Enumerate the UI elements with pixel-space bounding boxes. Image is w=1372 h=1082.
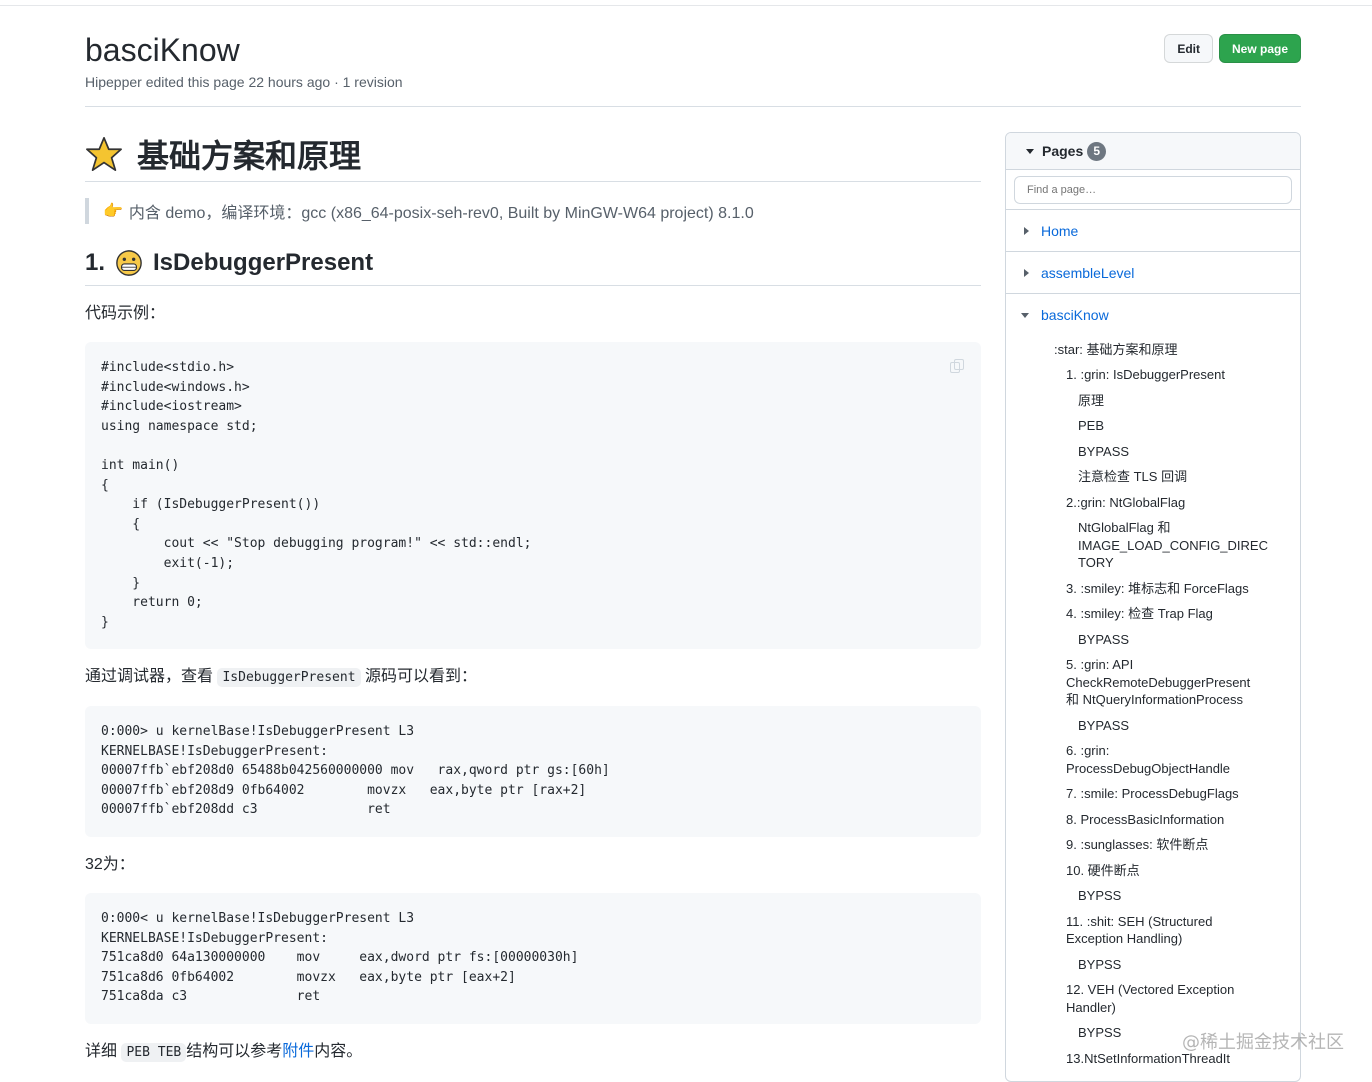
toc-link[interactable]: NtGlobalFlag 和 [1078, 519, 1170, 537]
toc-link[interactable]: BYPASS [1078, 443, 1129, 461]
new-page-button[interactable]: New page [1218, 34, 1301, 63]
toc-link[interactable]: 5. :grin: API [1066, 656, 1133, 674]
toc-link[interactable]: Handler) [1066, 999, 1116, 1017]
expand-triangle-icon[interactable] [1024, 226, 1029, 235]
paragraph-code-example: 代码示例： [85, 305, 166, 322]
sidebar-item-label[interactable]: basciKnow [1041, 307, 1109, 323]
toc-link[interactable]: 和 NtQueryInformationProcess [1066, 691, 1243, 709]
inline-code-peb-teb: PEB TEB [121, 1043, 187, 1062]
heading-2-number: 1. [85, 248, 106, 276]
paragraph-32bit: 32为： [85, 856, 135, 873]
star-icon [86, 136, 122, 171]
heading-2: 1. IsDebuggerPresent [85, 246, 981, 286]
toc-link[interactable]: PEB [1078, 417, 1104, 435]
toc-link[interactable]: 原理 [1078, 392, 1104, 410]
collapse-triangle-icon[interactable] [1026, 148, 1034, 154]
watermark: @稀土掘金技术社区 [1182, 1032, 1344, 1053]
grin-icon [116, 249, 142, 276]
toc-link[interactable]: 12. VEH (Vectored Exception [1066, 981, 1234, 999]
paragraph-debugger-before: 通过调试器，查看 [85, 668, 214, 685]
pages-header[interactable]: Pages 5 [1006, 133, 1300, 170]
paragraph-details-after: 内容。 [314, 1043, 363, 1060]
wiki-content: 基础方案和原理 👉 内含 demo，编译环境：gcc (x86_64-posix… [85, 130, 981, 1065]
pointing-hand-icon: 👉 [103, 203, 123, 220]
inline-code-isdebuggerpresent: IsDebuggerPresent [217, 668, 361, 687]
toc-link[interactable]: 注意检查 TLS 回调 [1078, 468, 1187, 486]
toc-link[interactable]: 10. 硬件断点 [1066, 862, 1140, 880]
find-page-input[interactable] [1014, 176, 1292, 204]
collapse-triangle-icon[interactable] [1021, 312, 1029, 318]
toc-link[interactable]: :star: 基础方案和原理 [1054, 341, 1178, 359]
toc-link[interactable]: 8. ProcessBasicInformation [1066, 811, 1224, 829]
toc-link[interactable]: 4. :smiley: 检查 Trap Flag [1066, 605, 1213, 623]
code-block-x64: 0:000> u kernelBase!IsDebuggerPresent L3… [85, 706, 981, 837]
toc-link[interactable]: 3. :smiley: 堆标志和 ForceFlags [1066, 580, 1249, 598]
toc-link[interactable]: CheckRemoteDebuggerPresent [1066, 674, 1250, 692]
code-block-x86: 0:000< u kernelBase!IsDebuggerPresent L3… [85, 893, 981, 1024]
toc-link[interactable]: ProcessDebugObjectHandle [1066, 760, 1230, 778]
sidebar-item-label[interactable]: assembleLevel [1041, 265, 1134, 281]
toc-link[interactable]: BYPSS [1078, 887, 1121, 905]
toc-link[interactable]: IMAGE_LOAD_CONFIG_DIREC [1078, 537, 1268, 555]
paragraph-details-mid: 结构可以参考 [186, 1043, 283, 1060]
toc-link[interactable]: Exception Handling) [1066, 930, 1182, 948]
toc-link[interactable]: 9. :sunglasses: 软件断点 [1066, 836, 1208, 854]
copy-icon[interactable] [949, 358, 965, 374]
heading-1: 基础方案和原理 [85, 130, 981, 182]
toc-link[interactable]: TORY [1078, 554, 1114, 572]
pages-title: Pages [1042, 143, 1084, 159]
sidebar-item-assemblelevel[interactable]: assembleLevel [1006, 252, 1300, 294]
page-search [1006, 170, 1300, 210]
page-title: basciKnow [85, 32, 240, 68]
toc-link[interactable]: 2.:grin: NtGlobalFlag [1066, 494, 1185, 512]
code-block-x64-text: 0:000> u kernelBase!IsDebuggerPresent L3… [101, 724, 610, 818]
paragraph-details: 详细 PEB TEB 结构可以参考附件内容。 [85, 1040, 981, 1065]
header-divider [85, 106, 1301, 107]
note-text: 内含 demo，编译环境：gcc (x86_64-posix-seh-rev0,… [128, 205, 754, 222]
pages-count-badge: 5 [1087, 141, 1107, 161]
toc-link[interactable]: 11. :shit: SEH (Structured [1066, 913, 1212, 931]
pages-sidebar: Pages 5 Home assembleLevel basciKnow :st… [1005, 132, 1301, 1082]
code-block-cpp-text: #include<stdio.h> #include<windows.h> #i… [101, 360, 532, 630]
code-block-cpp: #include<stdio.h> #include<windows.h> #i… [85, 342, 981, 649]
heading-2-text: IsDebuggerPresent [153, 248, 374, 276]
toc-link[interactable]: 1. :grin: IsDebuggerPresent [1066, 366, 1225, 384]
toc-link[interactable]: 6. :grin: [1066, 742, 1109, 760]
sidebar-item-basciknow[interactable]: basciKnow [1006, 294, 1300, 336]
page-header: basciKnow Hipepper edited this page 22 h… [85, 30, 1301, 90]
page-meta[interactable]: Hipepper edited this page 22 hours ago ·… [85, 74, 1301, 90]
expand-triangle-icon[interactable] [1024, 268, 1029, 277]
header-actions: Edit New page [1164, 34, 1301, 63]
code-block-x86-text: 0:000< u kernelBase!IsDebuggerPresent L3… [101, 911, 579, 1005]
heading-1-text: 基础方案和原理 [137, 137, 362, 174]
toc-link[interactable]: BYPSS [1078, 1024, 1121, 1042]
paragraph-details-before: 详细 [85, 1043, 118, 1060]
paragraph-debugger: 通过调试器，查看 IsDebuggerPresent 源码可以看到： [85, 665, 981, 690]
paragraph-debugger-after: 源码可以看到： [364, 668, 477, 685]
toc-link[interactable]: BYPASS [1078, 717, 1129, 735]
edit-button[interactable]: Edit [1164, 34, 1213, 63]
sidebar-item-label[interactable]: Home [1041, 223, 1078, 239]
sidebar-item-home[interactable]: Home [1006, 210, 1300, 252]
toc-link[interactable]: 7. :smile: ProcessDebugFlags [1066, 785, 1239, 803]
attachment-link[interactable]: 附件 [282, 1043, 314, 1060]
toc-link[interactable]: BYPSS [1078, 956, 1121, 974]
toc-link[interactable]: BYPASS [1078, 631, 1129, 649]
note-blockquote: 👉 内含 demo，编译环境：gcc (x86_64-posix-seh-rev… [85, 198, 981, 224]
top-divider [0, 5, 1372, 6]
